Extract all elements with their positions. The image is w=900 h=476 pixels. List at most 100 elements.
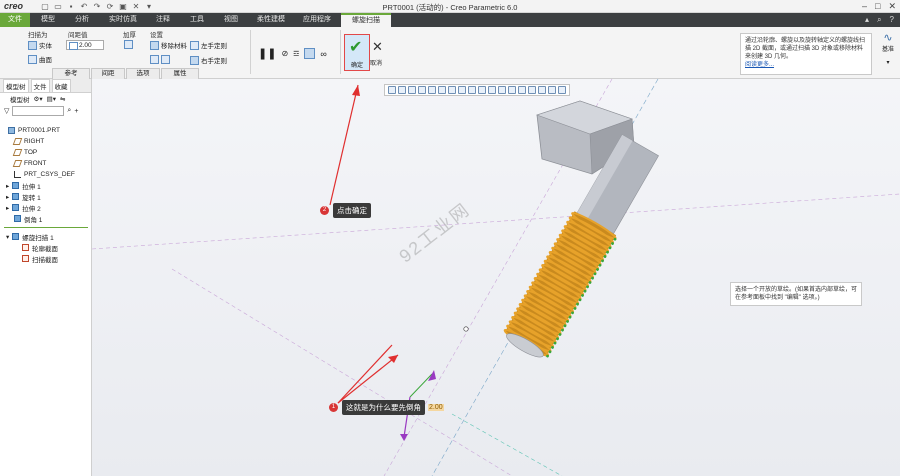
model-canvas[interactable] [92,79,900,476]
datum-button[interactable]: ∿ 基准 ▾ [878,31,898,66]
pause-icon[interactable]: ❚❚ [258,47,276,60]
tab-helical-sweep[interactable]: 螺旋扫描 [341,13,391,27]
sketch-icon [22,255,29,262]
point-display-icon[interactable] [498,86,506,94]
expand-icon[interactable]: ▸ [6,204,9,212]
smart-icon[interactable]: ▴ [865,15,869,25]
tree-item-extrude-1[interactable]: ▸ 拉伸 1 [6,180,41,191]
tree-item-csys[interactable]: PRT_CSYS_DEF [14,169,75,180]
maximize-icon[interactable]: □ [875,1,880,12]
axis-display-icon[interactable] [488,86,496,94]
part-icon [8,127,15,134]
drag-handle[interactable] [400,434,408,441]
tab-file[interactable]: 文件 [0,13,30,27]
settings-label: 设置 [150,32,163,39]
chevron-down-icon[interactable]: ▾ [878,59,898,66]
tab-model[interactable]: 模型 [33,13,63,27]
tab-view[interactable]: 视图 [216,13,246,27]
tab-favorites[interactable]: 收藏 [51,78,71,93]
tab-annotate[interactable]: 注释 [148,13,178,27]
subtab-references[interactable]: 参考 [52,68,90,79]
tree-item-revolve-1[interactable]: ▸ 旋转 1 [6,191,41,202]
cancel-icon[interactable]: ✕ [372,39,383,55]
pause-animation-icon[interactable] [558,86,566,94]
surface-button[interactable]: 曲面 [28,54,52,64]
zoom-in-icon[interactable] [398,86,406,94]
flip-icon [150,55,159,64]
tab-folder[interactable]: 文件 [30,78,50,93]
display-style-icon[interactable] [428,86,436,94]
minimize-icon[interactable]: – [862,1,867,12]
refit-icon[interactable] [388,86,396,94]
read-more-link[interactable]: 阅读更多... [745,61,867,69]
left-hand-rule-button[interactable]: 左手定则 [190,40,227,50]
annotation-display-icon[interactable] [518,86,526,94]
subtab-pitch[interactable]: 间距 [91,68,125,79]
solid-button[interactable]: 实体 [28,40,52,50]
help-panel: 通过沿轮廓、螺旋以及旋转轴定义的螺旋线扫描 2D 截面，或通过扫描 3D 对象或… [740,33,872,75]
dimension-display-icon[interactable] [538,86,546,94]
perspective-icon[interactable] [458,86,466,94]
tab-applications[interactable]: 应用程序 [296,13,338,27]
search-icon[interactable]: ⌕ [877,15,881,25]
tree-item-helical-sweep[interactable]: ▾ 螺旋扫描 1 [6,231,54,242]
tree-search-input[interactable] [12,106,65,116]
repaint-icon[interactable] [418,86,426,94]
zoom-out-icon[interactable] [408,86,416,94]
datum-display-icon[interactable] [468,86,476,94]
tab-flexible-modeling[interactable]: 柔性建模 [249,13,293,27]
tree-columns-icon[interactable]: ▤▾ [47,95,56,103]
glasses-icon[interactable]: ∞ [320,49,326,59]
tab-tools[interactable]: 工具 [181,13,213,27]
step-badge-2: 2 [320,206,329,215]
tab-model-tree[interactable]: 模型树 [3,78,29,93]
remove-material-button[interactable]: 移除材料 [150,40,187,50]
tree-settings-icon[interactable]: ⚙▾ [34,95,43,103]
settings-extra-buttons[interactable] [150,55,170,64]
tree-item-right[interactable]: RIGHT [12,136,44,147]
tab-analysis[interactable]: 分析 [66,13,98,27]
tree-item-sweep-section[interactable]: 扫描截面 [22,253,58,264]
spin-center-icon[interactable] [528,86,536,94]
pitch-dimension[interactable]: 2.00 [428,404,444,411]
subtab-options[interactable]: 选项 [126,68,160,79]
tree-filter-icon[interactable]: ⇋ [60,95,65,103]
graphics-viewport[interactable]: 92工业网 2 点击确定 1 这就是为什么要先倒角 2.00 选择一个开放的草绘… [92,79,900,476]
pitch-input[interactable]: 2.00 [66,40,104,50]
ok-button[interactable]: ✔ 确定 [344,34,370,71]
tree-item-part[interactable]: PRT0001.PRT [8,125,60,136]
right-hand-icon [190,55,199,65]
thicken-button[interactable] [124,40,133,49]
tree-item-front[interactable]: FRONT [12,158,46,169]
add-icon[interactable]: + [74,108,78,115]
tree-item-top[interactable]: TOP [12,147,37,158]
remove-material-icon [150,40,159,50]
cancel-button[interactable]: 取消 [370,58,382,67]
help-icon[interactable]: ? [890,15,894,25]
expand-icon[interactable]: ▸ [6,193,9,201]
annotation-arrow [337,344,393,404]
filter-icon[interactable]: ▽ [4,107,9,115]
plane-display-icon[interactable] [478,86,486,94]
expand-icon[interactable]: ▸ [6,182,9,190]
tree-item-label: PRT_CSYS_DEF [24,171,75,178]
verify-icon[interactable] [304,48,316,59]
view-manager-icon[interactable] [448,86,456,94]
title-bar: creo ▢ ▭ ▪ ↶ ↷ ⟳ ▣ ✕ ▾ PRT0001 (活动的) - C… [0,0,900,13]
ribbon: 扫描为 实体 曲面 间距值 2.00 加厚 设置 移除材料 左手定则 右手定则 … [0,27,900,79]
collapse-icon[interactable]: ▾ [6,233,9,241]
no-preview-icon[interactable]: ⊘ [281,49,288,58]
saved-views-icon[interactable] [438,86,446,94]
preview-icon[interactable]: ☲ [293,50,299,58]
csys-display-icon[interactable] [508,86,516,94]
search-icon[interactable]: ⌕ [67,107,71,115]
close-icon[interactable]: ✕ [888,1,896,12]
right-hand-rule-button[interactable]: 右手定则 [190,55,227,65]
subtab-properties[interactable]: 属性 [161,68,199,79]
tree-item-extrude-2[interactable]: ▸ 拉伸 2 [6,202,41,213]
drag-handle[interactable] [428,370,436,381]
tab-live-simulation[interactable]: 实时仿真 [101,13,145,27]
appearance-icon[interactable] [548,86,556,94]
tree-item-chamfer-1[interactable]: 倒角 1 [14,213,42,224]
tree-item-profile-section[interactable]: 轮廓截面 [22,242,58,253]
